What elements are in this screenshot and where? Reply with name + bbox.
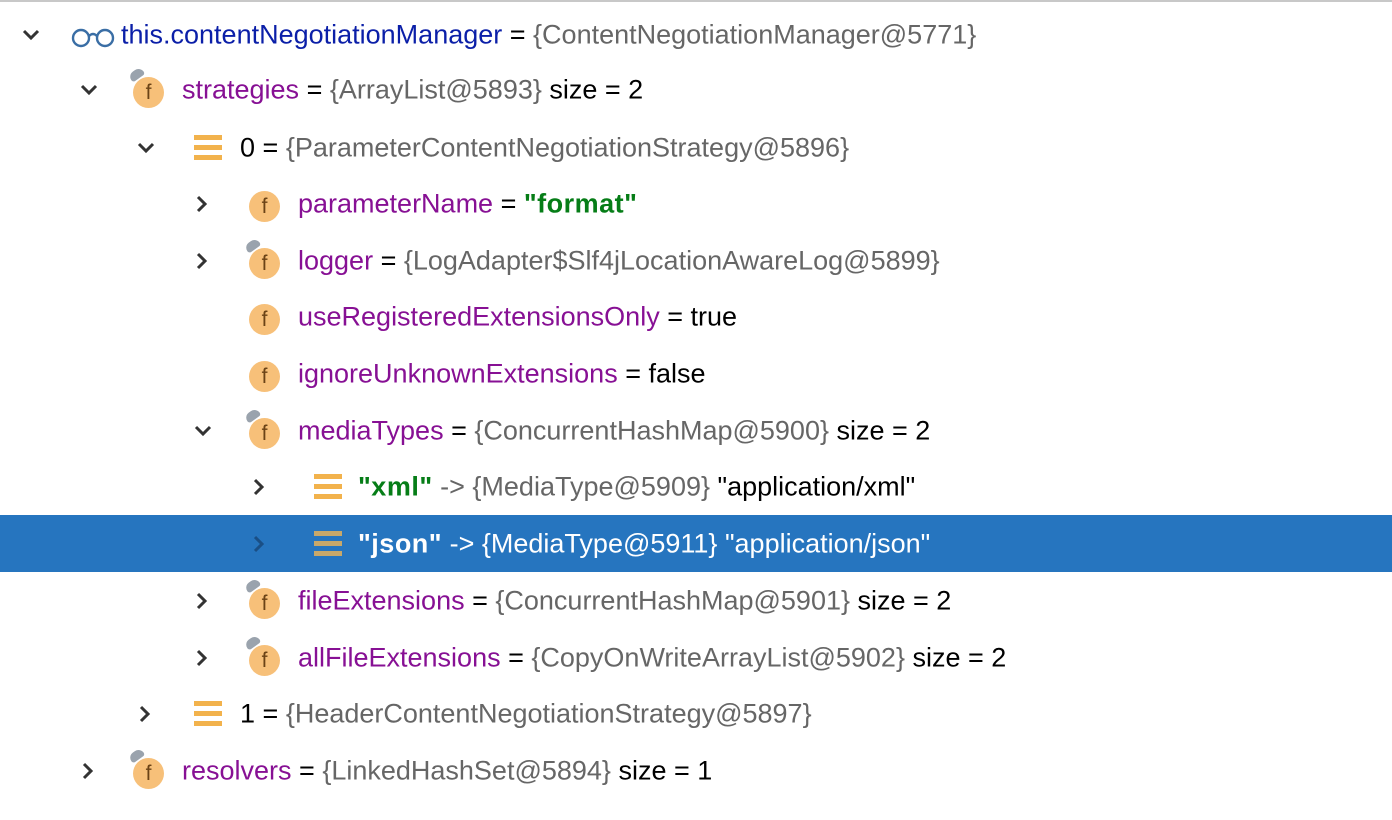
tree-row-logger[interactable]: f logger = {LogAdapter$Slf4jLocationAwar… [0, 232, 1392, 289]
collection-size: size = 2 [850, 585, 952, 615]
variable-name: logger [298, 245, 374, 275]
operator: = [464, 585, 496, 615]
operator: -> [432, 471, 473, 501]
tree-row-element-1[interactable]: 1 = {HeaderContentNegotiationStrategy@58… [0, 685, 1392, 742]
operator: = [502, 19, 534, 49]
array-element-icon [194, 134, 222, 161]
operator: = [299, 74, 330, 104]
collection-size: size = 2 [541, 74, 644, 104]
field-pinned-icon: f [243, 237, 283, 281]
chevron-right-icon[interactable] [76, 759, 100, 783]
chevron-right-icon[interactable] [247, 475, 271, 499]
variable-value: "format" [523, 188, 638, 218]
variable-name: fileExtensions [298, 585, 465, 615]
field-icon: f [245, 184, 283, 224]
chevron-down-icon[interactable] [134, 136, 158, 160]
map-entry-icon [314, 473, 342, 500]
operator: = [255, 698, 286, 728]
field-pinned-icon: f [127, 747, 167, 791]
tree-row-resolvers[interactable]: f resolvers = {LinkedHashSet@5894} size … [0, 742, 1392, 799]
variable-name: 1 [240, 698, 256, 728]
variable-name: strategies [182, 74, 300, 104]
variable-value: {HeaderContentNegotiationStrategy@5897} [285, 698, 812, 728]
operator: -> [442, 528, 482, 558]
tree-row-content-negotiation-manager[interactable]: this.contentNegotiationManager = {Conten… [0, 6, 1392, 63]
variable-value: true [690, 301, 738, 331]
top-divider [0, 0, 1392, 2]
tree-row-media-types[interactable]: f mediaTypes = {ConcurrentHashMap@5900} … [0, 402, 1392, 459]
variable-name: useRegisteredExtensionsOnly [298, 301, 660, 331]
field-pinned-icon: f [243, 634, 283, 678]
chevron-right-icon[interactable] [190, 192, 214, 216]
collection-size: size = 1 [610, 755, 713, 785]
variable-value: {ArrayList@5893} [329, 74, 542, 104]
field-icon: f [245, 354, 283, 394]
chevron-right-icon[interactable] [190, 589, 214, 613]
field-pinned-icon: f [243, 407, 283, 451]
map-key: "json" [358, 528, 443, 558]
variable-value: {LogAdapter$Slf4jLocationAwareLog@5899} [403, 245, 940, 275]
tree-row-map-entry-xml[interactable]: "xml" -> {MediaType@5909} "application/x… [0, 458, 1392, 515]
chevron-down-icon[interactable] [77, 78, 101, 102]
operator: = [255, 132, 286, 162]
field-pinned-icon: f [243, 577, 283, 621]
variable-name: 0 [240, 132, 256, 162]
chevron-right-icon[interactable] [190, 249, 214, 273]
operator: = [659, 301, 691, 331]
variable-name: parameterName [298, 188, 494, 218]
tree-row-element-0[interactable]: 0 = {ParameterContentNegotiationStrategy… [0, 119, 1392, 176]
tree-row-parameter-name[interactable]: f parameterName = "format" [0, 175, 1392, 232]
variable-name: ignoreUnknownExtensions [298, 358, 618, 388]
value-string: "application/xml" [710, 471, 916, 501]
chevron-right-icon[interactable] [190, 646, 214, 670]
variable-name: allFileExtensions [298, 642, 501, 672]
variable-value: {ConcurrentHashMap@5900} [474, 415, 829, 445]
chevron-down-icon[interactable] [191, 419, 215, 443]
chevron-right-icon[interactable] [247, 532, 271, 556]
variable-value: {MediaType@5911} [481, 528, 718, 558]
operator: = [443, 415, 475, 445]
operator: = [373, 245, 404, 275]
array-element-icon [194, 700, 222, 727]
operator: = [617, 358, 649, 388]
variable-value: {CopyOnWriteArrayList@5902} [531, 642, 905, 672]
variable-value: false [648, 358, 706, 388]
operator: = [291, 755, 323, 785]
tree-row-map-entry-json-selected[interactable]: "json" -> {MediaType@5911} "application/… [0, 515, 1392, 572]
variable-value: {ParameterContentNegotiationStrategy@589… [285, 132, 850, 162]
tree-row-ignore-unknown-extensions[interactable]: f ignoreUnknownExtensions = false [0, 345, 1392, 402]
variable-value: {MediaType@5909} [472, 471, 710, 501]
field-pinned-icon: f [127, 66, 167, 110]
watch-glasses-icon [71, 24, 117, 47]
variable-value: {LinkedHashSet@5894} [322, 755, 611, 785]
tree-row-strategies[interactable]: f strategies = {ArrayList@5893} size = 2 [0, 61, 1392, 118]
tree-row-all-file-extensions[interactable]: f allFileExtensions = {CopyOnWriteArrayL… [0, 629, 1392, 686]
tree-row-use-registered-extensions-only[interactable]: f useRegisteredExtensionsOnly = true [0, 288, 1392, 345]
variable-value: {ConcurrentHashMap@5901} [495, 585, 851, 615]
map-key: "xml" [358, 471, 433, 501]
collection-size: size = 2 [904, 642, 1007, 672]
variable-name: resolvers [182, 755, 292, 785]
value-string: "application/json" [717, 528, 931, 558]
tree-row-file-extensions[interactable]: f fileExtensions = {ConcurrentHashMap@59… [0, 572, 1392, 629]
variable-value: {ContentNegotiationManager@5771} [533, 19, 977, 49]
collection-size: size = 2 [829, 415, 931, 445]
variable-name: this.contentNegotiationManager [121, 19, 503, 49]
operator: = [493, 188, 524, 218]
chevron-right-icon[interactable] [133, 702, 157, 726]
field-icon: f [245, 297, 283, 337]
map-entry-icon [314, 530, 342, 557]
operator: = [500, 642, 532, 672]
variable-name: mediaTypes [298, 415, 444, 445]
chevron-down-icon[interactable] [19, 23, 43, 47]
